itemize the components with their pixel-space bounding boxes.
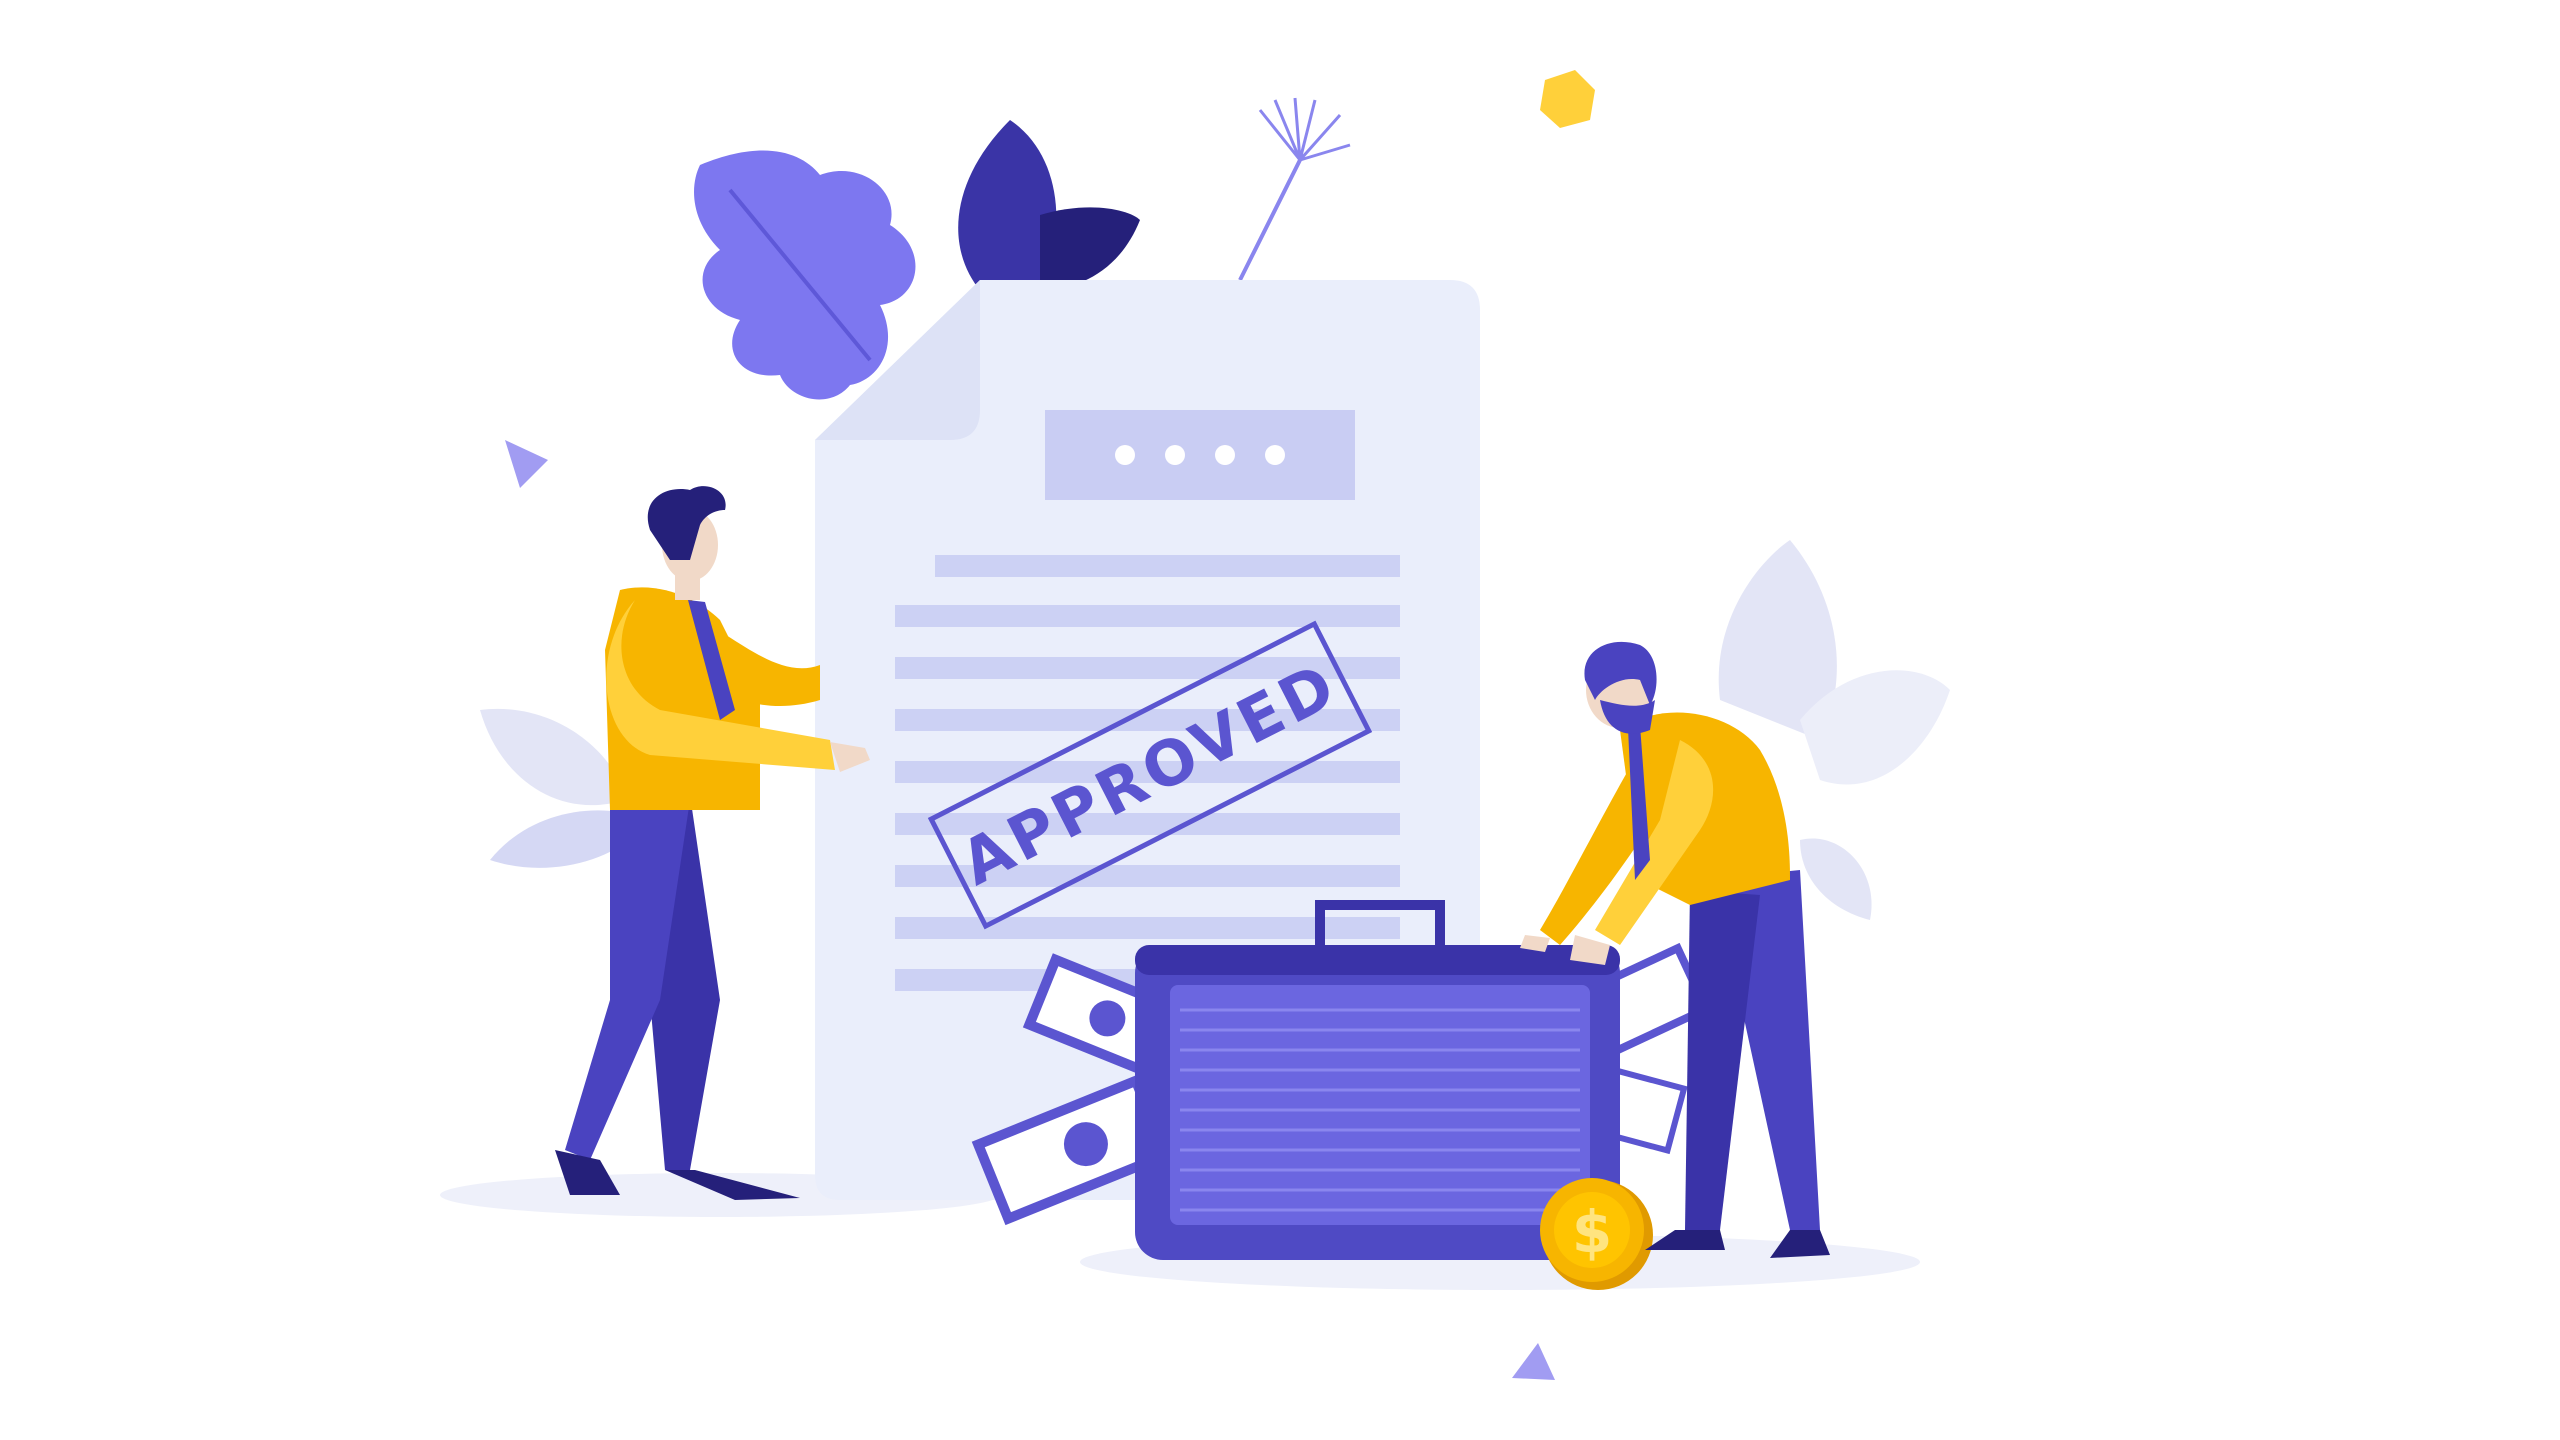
approved-loan-illustration: APPROVED $ [440, 70, 1950, 1380]
document-header-box [1045, 410, 1355, 500]
triangle-icon-bottom [1512, 1343, 1555, 1380]
coin-symbol: $ [1572, 1198, 1612, 1266]
leaf-icon-top-left [694, 150, 916, 400]
dandelion-icon [1238, 97, 1351, 281]
triangle-icon-left [505, 440, 548, 488]
hexagon-icon [1540, 70, 1595, 128]
